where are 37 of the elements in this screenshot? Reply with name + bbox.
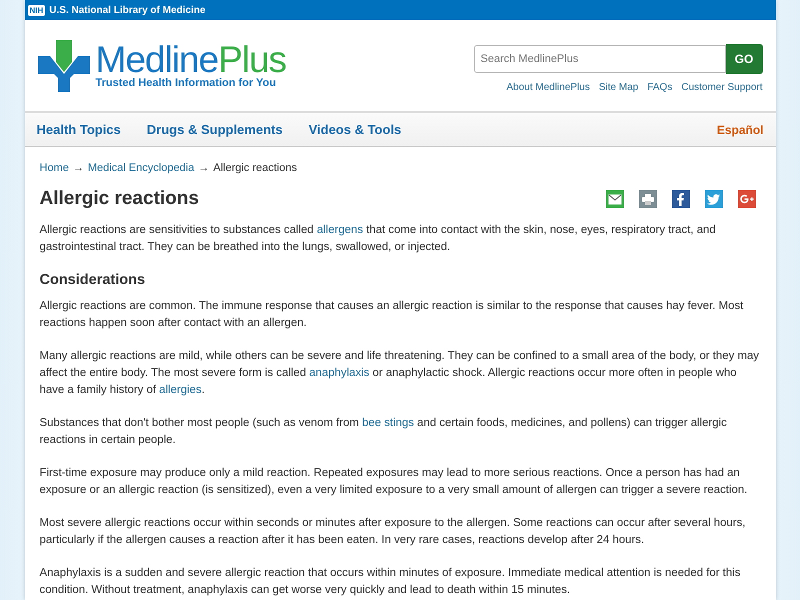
text-link[interactable]: anaphylaxis: [309, 367, 370, 379]
language-link[interactable]: Español: [716, 122, 764, 136]
go-button[interactable]: GO: [726, 44, 762, 74]
nav-link[interactable]: Drugs & Supplements: [146, 122, 283, 137]
printer-icon[interactable]: [638, 190, 656, 208]
utility-link[interactable]: FAQs: [647, 82, 672, 93]
email-icon[interactable]: [606, 190, 624, 208]
breadcrumb-link[interactable]: Medical Encyclopedia: [88, 162, 194, 174]
search-field[interactable]: Search MedlinePlus: [474, 45, 726, 73]
breadcrumb-separator: →: [198, 162, 210, 174]
facebook-icon[interactable]: [672, 190, 690, 208]
utility-link[interactable]: About MedlinePlus: [506, 82, 590, 93]
utility-link[interactable]: Site Map: [598, 82, 638, 93]
breadcrumb-separator: →: [72, 162, 84, 174]
breadcrumb-current: Allergic reactions: [213, 162, 297, 174]
nih-badge: NIH: [28, 4, 46, 16]
text-link[interactable]: allergens: [316, 224, 364, 236]
paragraph: Most severe allergic reactions occur within seconds or minutes after exposure to the allergen. Some reactions can occur after several hours, particularly if the allergen causes a reaction after it has been eaten. In very rare cases, reactions develop after 24 hours.: [40, 516, 746, 548]
paragraph: Anaphylaxis is a sudden and severe allergic reaction that occurs within minutes of exposure. Immediate medical attention is needed for this condition. Without treatment, anaphylaxis can get worse very quickly and lead to death within 15 minutes.: [40, 566, 742, 598]
paragraph: Allergic reactions are common. The immune response that causes an allergic reaction is similar to the response that causes hay fever. Most reactions happen soon after contact with an allergen.: [40, 299, 744, 331]
google-plus-icon[interactable]: [738, 190, 756, 208]
utility-link[interactable]: Customer Support: [681, 82, 762, 93]
paragraph: Allergic reactions are sensitivities to substances called allergens that come into contact with the skin, nose, eyes, respiratory tract, and gastrointestinal tract. They can be breathed into the lungs, swallowed, or injected.: [40, 223, 717, 255]
page-title: Allergic reactions: [40, 188, 199, 210]
paragraph: Substances that don't bother most people (such as venom from bee stings and certain foods, medicines, and pollens) can trigger allergic reactions in certain people.: [40, 416, 728, 448]
paragraph: Many allergic reactions are mild, while others can be severe and life threatening. They can be confined to a small area of the body, or they may affect the entire body. The most severe form is called anaphylaxis or anaphylactic shock. Allergic reactions occur more often in people who have a family history of allergies.: [40, 349, 760, 398]
nav-link[interactable]: Health Topics: [36, 122, 121, 137]
text-link[interactable]: allergies: [159, 384, 202, 396]
logo-tagline: Trusted Health Information for You: [96, 77, 277, 89]
nav-link[interactable]: Videos & Tools: [308, 122, 402, 137]
breadcrumb-link[interactable]: Home: [40, 162, 69, 174]
paragraph: First-time exposure may produce only a mild reaction. Repeated exposures may lead to more serious reactions. Once a person has had an exposure or an allergic reaction (is sensitized), even a very limited exposure to a very small amount of allergen can trigger a severe reaction.: [40, 466, 748, 498]
section-heading: Considerations: [40, 272, 146, 288]
logo-icon: [38, 40, 90, 92]
twitter-icon[interactable]: [704, 190, 722, 208]
text-link[interactable]: bee stings: [362, 417, 414, 429]
library-title: U.S. National Library of Medicine: [49, 4, 206, 16]
